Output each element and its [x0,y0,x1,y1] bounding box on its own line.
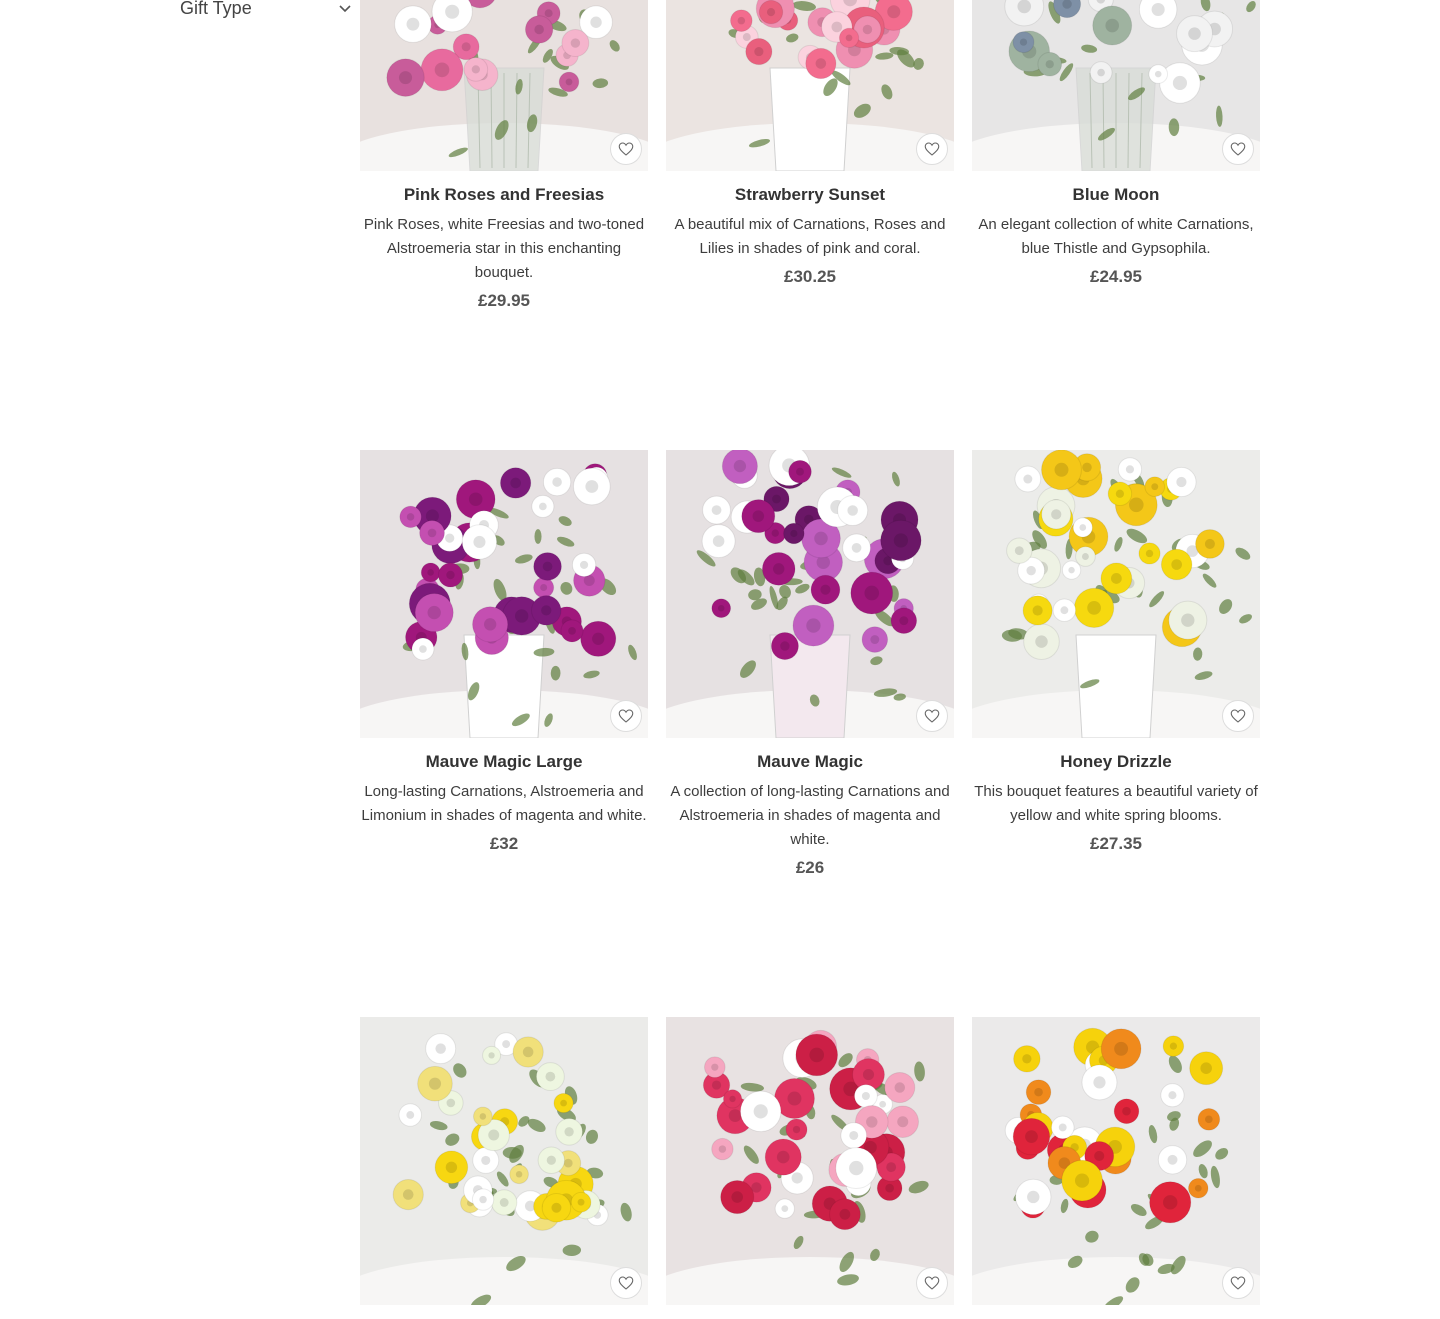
product-image[interactable] [360,450,648,738]
product-card[interactable]: Strawberry Sunset A beautiful mix of Car… [666,0,954,311]
heart-outline-icon [617,140,635,158]
heart-outline-icon [1229,1274,1247,1292]
product-image[interactable] [666,0,954,171]
product-image[interactable] [972,450,1260,738]
product-card[interactable] [972,1017,1260,1319]
product-name[interactable]: Blue Moon [972,185,1260,205]
favorite-button[interactable] [916,700,948,732]
bouquet-photo [360,1017,648,1305]
product-name[interactable]: Strawberry Sunset [666,185,954,205]
bouquet-photo [360,450,648,738]
heart-outline-icon [923,140,941,158]
product-description: An elegant collection of white Carnation… [972,213,1260,261]
favorite-button[interactable] [916,133,948,165]
heart-outline-icon [923,707,941,725]
bouquet-photo [666,1017,954,1305]
product-description: A beautiful mix of Carnations, Roses and… [666,213,954,261]
favorite-button[interactable] [610,133,642,165]
product-card[interactable] [666,1017,954,1319]
product-description: A collection of long-lasting Carnations … [666,780,954,852]
sidebar-filters: Gift Type [180,0,352,28]
product-price: £29.95 [360,291,648,311]
heart-outline-icon [617,707,635,725]
product-image[interactable] [666,1017,954,1305]
product-description: Long-lasting Carnations, Alstroemeria an… [360,780,648,828]
heart-outline-icon [1229,140,1247,158]
filter-gift-type[interactable]: Gift Type [180,0,352,28]
favorite-button[interactable] [1222,1267,1254,1299]
heart-outline-icon [617,1274,635,1292]
product-image[interactable] [666,450,954,738]
chevron-down-icon [338,1,352,15]
product-name[interactable]: Honey Drizzle [972,752,1260,772]
bouquet-photo [666,0,954,171]
product-price: £26 [666,858,954,878]
bouquet-photo [972,0,1260,171]
product-image[interactable] [972,1017,1260,1305]
product-image[interactable] [360,0,648,171]
product-name[interactable]: Mauve Magic Large [360,752,648,772]
product-name[interactable]: Pink Roses and Freesias [360,185,648,205]
product-price: £24.95 [972,267,1260,287]
product-description: Pink Roses, white Freesias and two-toned… [360,213,648,285]
heart-outline-icon [1229,707,1247,725]
product-card[interactable] [360,1017,648,1319]
favorite-button[interactable] [1222,700,1254,732]
heart-outline-icon [923,1274,941,1292]
bouquet-photo [360,0,648,171]
product-card[interactable]: Pink Roses and Freesias Pink Roses, whit… [360,0,648,311]
product-price: £27.35 [972,834,1260,854]
product-card[interactable]: Mauve Magic Large Long-lasting Carnation… [360,450,648,878]
product-image[interactable] [360,1017,648,1305]
product-price: £32 [360,834,648,854]
product-price: £30.25 [666,267,954,287]
favorite-button[interactable] [1222,133,1254,165]
product-card[interactable]: Mauve Magic A collection of long-lasting… [666,450,954,878]
product-card[interactable]: Honey Drizzle This bouquet features a be… [972,450,1260,878]
favorite-button[interactable] [610,1267,642,1299]
filter-label: Gift Type [180,0,252,19]
product-grid: Pink Roses and Freesias Pink Roses, whit… [360,0,1260,1319]
bouquet-photo [666,450,954,738]
favorite-button[interactable] [610,700,642,732]
product-card[interactable]: Blue Moon An elegant collection of white… [972,0,1260,311]
product-image[interactable] [972,0,1260,171]
bouquet-photo [972,450,1260,738]
product-name[interactable]: Mauve Magic [666,752,954,772]
bouquet-photo [972,1017,1260,1305]
product-description: This bouquet features a beautiful variet… [972,780,1260,828]
favorite-button[interactable] [916,1267,948,1299]
